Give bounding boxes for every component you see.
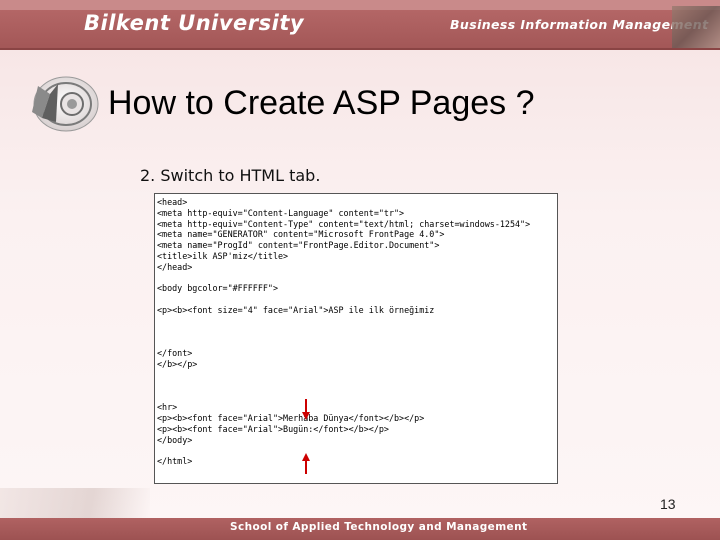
header-bar: Bilkent University Business Information … xyxy=(0,0,720,50)
code-line: </b></p> xyxy=(157,358,198,369)
code-line: <body bgcolor="#FFFFFF"> xyxy=(157,283,279,294)
code-line: <p><b><font face="Arial">Merhaba Dünya</… xyxy=(157,412,425,423)
code-line: <hr> xyxy=(157,402,178,413)
html-code-screenshot: <head> <meta http-equiv="Content-Language… xyxy=(154,193,558,484)
slide-title: How to Create ASP Pages ? xyxy=(108,84,535,122)
code-line: <p><b><font face="Arial">Bugün:</font></… xyxy=(157,423,389,434)
code-line: <meta http-equiv="Content-Language" cont… xyxy=(157,207,405,218)
header-strip xyxy=(0,0,720,10)
campus-photo xyxy=(672,6,720,48)
university-name: Bilkent University xyxy=(84,11,305,35)
code-line: </font> xyxy=(157,348,193,359)
university-logo-icon xyxy=(32,76,99,132)
code-line: <head> xyxy=(157,197,188,207)
code-line: <title>ilk ASP'miz</title> xyxy=(157,250,289,261)
instruction-step: 2. Switch to HTML tab. xyxy=(140,166,321,185)
footer-text: School of Applied Technology and Managem… xyxy=(230,521,528,533)
up-arrow-icon xyxy=(302,453,310,474)
code-line: <meta name="ProgId" content="FrontPage.E… xyxy=(157,240,440,251)
page-number: 13 xyxy=(660,496,676,512)
code-line: <meta name="GENERATOR" content="Microsof… xyxy=(157,229,445,240)
down-arrow-icon xyxy=(302,399,310,420)
code-line: </html> xyxy=(157,456,193,467)
code-line: </body> xyxy=(157,434,193,445)
code-line: <p><b><font size="4" face="Arial">ASP il… xyxy=(157,304,435,315)
code-line: </head> xyxy=(157,261,193,272)
code-line: <meta http-equiv="Content-Type" content=… xyxy=(157,218,531,229)
department-name: Business Information Management xyxy=(450,17,709,32)
